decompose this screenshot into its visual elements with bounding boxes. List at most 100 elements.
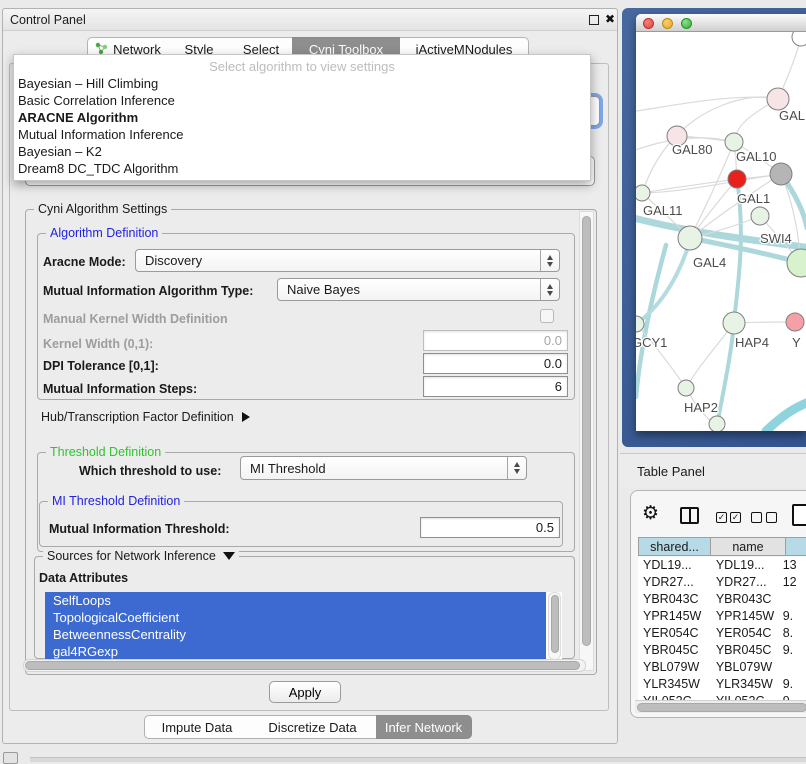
scrollbar-thumb[interactable] bbox=[582, 216, 591, 646]
network-window-frame[interactable]: GALGAL80GAL10GAL1GAL11SWI4GAL4GCY1HAP4YH… bbox=[622, 8, 806, 447]
network-node-swi4[interactable] bbox=[787, 249, 806, 277]
table-row[interactable]: YDL19...YDL19...13 bbox=[638, 557, 806, 574]
popup-placeholder: Select algorithm to view settings bbox=[14, 58, 590, 75]
checked-box-icon: ✓ bbox=[716, 512, 727, 523]
close-window-button[interactable] bbox=[643, 18, 654, 29]
network-edge bbox=[642, 179, 737, 193]
table-panel: ⚙ ✓ ✓ shared... name YDL19...YDL19...13Y… bbox=[630, 490, 806, 718]
network-window-titlebar[interactable] bbox=[636, 14, 806, 32]
mi-algorithm-type-combo[interactable]: Naive Bayes bbox=[277, 278, 560, 301]
hub-definition-expander[interactable]: Hub/Transcription Factor Definition bbox=[41, 410, 250, 424]
kernel-width-label: Kernel Width (0,1): bbox=[43, 337, 153, 351]
table-panel-titlebar[interactable]: Table Panel bbox=[620, 453, 806, 487]
algorithm-option[interactable]: ARACNE Algorithm bbox=[14, 109, 590, 126]
manual-kernel-label: Manual Kernel Width Definition bbox=[43, 312, 228, 326]
network-node-gal11[interactable] bbox=[636, 185, 650, 201]
node-label: GCY1 bbox=[636, 335, 667, 350]
table-row[interactable]: YBL079WYBL079W bbox=[638, 659, 806, 676]
columns-icon[interactable] bbox=[680, 507, 699, 524]
table-row[interactable]: YBR045CYBR045C9. bbox=[638, 642, 806, 659]
algorithm-option[interactable]: Bayesian – K2 bbox=[14, 143, 590, 160]
algorithm-option[interactable]: Basic Correlation Inference bbox=[14, 92, 590, 109]
stepper-icon bbox=[540, 279, 559, 300]
tab-discretize-data[interactable]: Discretize Data bbox=[249, 715, 377, 739]
data-attribute-item[interactable]: gal4RGexp bbox=[45, 643, 546, 660]
table-row[interactable]: YPR145WYPR145W9. bbox=[638, 608, 806, 625]
control-panel-titlebar[interactable]: Control Panel ✖ bbox=[3, 9, 617, 31]
column-header[interactable] bbox=[785, 537, 806, 556]
gear-icon[interactable]: ⚙ bbox=[642, 504, 659, 523]
node-label: GAL bbox=[779, 108, 805, 123]
column-header[interactable]: shared... bbox=[638, 537, 711, 556]
close-icon[interactable]: ✖ bbox=[605, 12, 615, 26]
network-node-gal[interactable] bbox=[767, 88, 789, 110]
zoom-window-button[interactable] bbox=[681, 18, 692, 29]
scrollbar-thumb[interactable] bbox=[637, 703, 806, 712]
network-node-gal1[interactable] bbox=[751, 207, 769, 225]
attributes-scrollbar[interactable] bbox=[548, 592, 561, 660]
network-node-hap2[interactable] bbox=[678, 380, 694, 396]
scrollbar-thumb[interactable] bbox=[25, 661, 580, 670]
tab-impute-data[interactable]: Impute Data bbox=[144, 715, 250, 739]
table-row[interactable]: YLR345WYLR345W9. bbox=[638, 676, 806, 693]
algorithm-popup-list: Bayesian – Hill ClimbingBasic Correlatio… bbox=[14, 75, 590, 177]
group-title: MI Threshold Definition bbox=[48, 494, 184, 508]
select-all-columns-icon[interactable]: ✓ ✓ bbox=[716, 512, 741, 523]
network-node[interactable] bbox=[770, 163, 792, 185]
data-attribute-item[interactable]: SelfLoops bbox=[45, 592, 546, 609]
mi-threshold-label: Mutual Information Threshold: bbox=[49, 522, 230, 536]
kernel-width-field[interactable]: 0.0 bbox=[423, 330, 568, 351]
table-cell: YER054C bbox=[708, 625, 781, 642]
data-attributes-list[interactable]: SelfLoopsTopologicalCoefficientBetweenne… bbox=[45, 592, 562, 660]
apply-button[interactable]: Apply bbox=[269, 681, 341, 703]
tab-infer-network[interactable]: Infer Network bbox=[376, 715, 472, 739]
deselect-all-columns-icon[interactable] bbox=[751, 512, 777, 523]
tab-label: Impute Data bbox=[162, 720, 233, 735]
node-label: GAL80 bbox=[672, 142, 712, 157]
table-cell: YBL079W bbox=[638, 659, 708, 676]
which-threshold-combo[interactable]: MI Threshold bbox=[240, 456, 527, 480]
network-node-y[interactable] bbox=[786, 313, 804, 331]
data-attribute-item[interactable]: BetweennessCentrality bbox=[45, 626, 546, 643]
sources-expander[interactable]: Sources for Network Inference bbox=[43, 549, 239, 563]
tab-label: Discretize Data bbox=[268, 720, 356, 735]
mi-threshold-field[interactable]: 0.5 bbox=[420, 517, 560, 538]
table-cell: YDL19... bbox=[708, 557, 781, 574]
table-cell: YIL052C bbox=[708, 693, 781, 700]
network-edge bbox=[766, 401, 806, 431]
network-node[interactable] bbox=[709, 416, 725, 431]
bottom-corner-icon[interactable] bbox=[3, 752, 18, 764]
aracne-mode-combo[interactable]: Discovery bbox=[135, 249, 560, 272]
algorithm-option[interactable]: Mutual Information Inference bbox=[14, 126, 590, 143]
network-canvas[interactable]: GALGAL80GAL10GAL1GAL11SWI4GAL4GCY1HAP4YH… bbox=[636, 32, 806, 431]
algorithm-option[interactable]: Bayesian – Hill Climbing bbox=[14, 75, 590, 92]
table-row[interactable]: YIL052CYIL052C9. bbox=[638, 693, 806, 700]
table-scrollbar-horizontal[interactable] bbox=[635, 700, 806, 713]
table-row[interactable]: YBR043CYBR043C bbox=[638, 591, 806, 608]
tab-label: Infer Network bbox=[385, 720, 462, 735]
manual-kernel-checkbox[interactable] bbox=[540, 309, 554, 323]
column-header[interactable]: name bbox=[710, 537, 786, 556]
float-window-icon[interactable] bbox=[589, 15, 599, 25]
network-node-hap4[interactable] bbox=[723, 312, 745, 334]
group-title: Cyni Algorithm Settings bbox=[34, 202, 171, 216]
table-cell: YPR145W bbox=[708, 608, 781, 625]
table-file-icon[interactable] bbox=[792, 504, 806, 526]
network-node[interactable] bbox=[792, 32, 806, 46]
mi-steps-field[interactable]: 6 bbox=[423, 376, 568, 397]
algorithm-option[interactable]: Dream8 DC_TDC Algorithm bbox=[14, 160, 590, 177]
dpi-tolerance-field[interactable]: 0.0 bbox=[423, 353, 568, 374]
minimize-window-button[interactable] bbox=[662, 18, 673, 29]
settings-scrollbar-vertical[interactable] bbox=[579, 211, 594, 671]
node-label: Y bbox=[792, 335, 801, 350]
network-node[interactable] bbox=[728, 170, 746, 188]
scrollbar-thumb[interactable] bbox=[551, 595, 559, 653]
settings-scrollbar-horizontal[interactable] bbox=[23, 659, 586, 672]
checked-box-icon: ✓ bbox=[730, 512, 741, 523]
aracne-mode-label: Aracne Mode: bbox=[43, 255, 126, 269]
panel-title: Control Panel bbox=[10, 13, 86, 27]
data-attribute-item[interactable]: TopologicalCoefficient bbox=[45, 609, 546, 626]
network-node-gal4[interactable] bbox=[678, 226, 702, 250]
table-row[interactable]: YDR27...YDR27...12 bbox=[638, 574, 806, 591]
table-row[interactable]: YER054CYER054C8. bbox=[638, 625, 806, 642]
